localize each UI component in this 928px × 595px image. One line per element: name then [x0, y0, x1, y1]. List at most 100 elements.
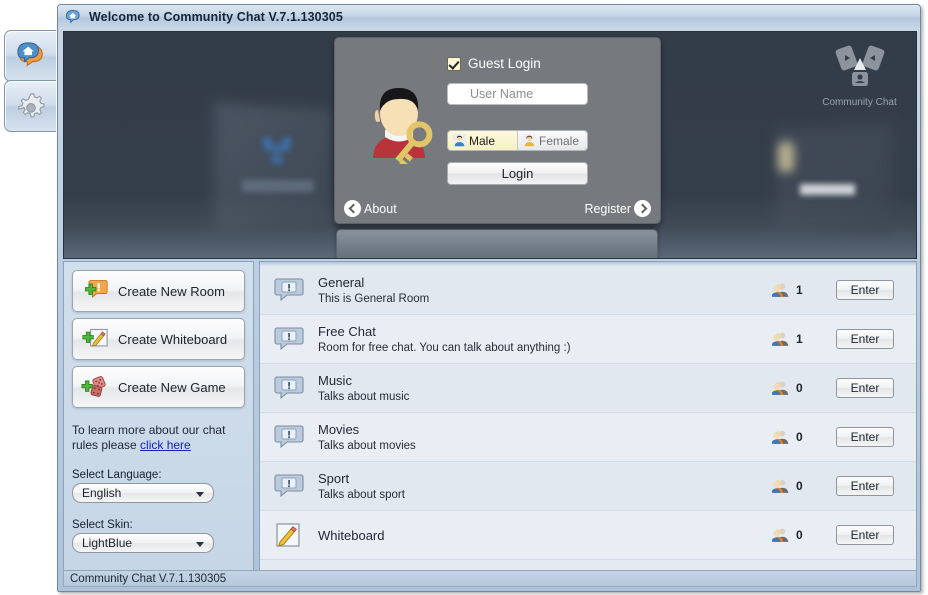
- room-user-count-value: 1: [796, 283, 803, 297]
- room-list-item[interactable]: SportTalks about sport 0 Enter: [260, 462, 916, 511]
- room-user-count: 1: [772, 331, 836, 347]
- room-name: Music: [318, 372, 772, 389]
- skin-select-group: Select Skin: LightBlue: [72, 519, 245, 553]
- enter-room-button[interactable]: Enter: [836, 427, 894, 447]
- guest-login-label: Guest Login: [468, 56, 541, 71]
- left-tabstrip: [4, 30, 58, 140]
- sidebar-panel: Create New Room Create Whiteboard: [63, 261, 254, 572]
- room-text: Free ChatRoom for free chat. You can tal…: [318, 323, 772, 356]
- register-link-label: Register: [584, 202, 631, 216]
- room-user-count: 0: [772, 380, 836, 396]
- room-text: GeneralThis is General Room: [318, 274, 772, 307]
- create-whiteboard-button[interactable]: Create Whiteboard: [72, 318, 245, 360]
- hero-banner: Community Chat Guest Login: [63, 31, 917, 259]
- community-chat-logo-icon: [834, 43, 886, 89]
- main-window: Welcome to Community Chat V.7.1.130305: [57, 4, 921, 592]
- skin-select-label: Select Skin:: [72, 519, 245, 531]
- room-text: SportTalks about sport: [318, 470, 772, 503]
- username-input[interactable]: [447, 83, 588, 105]
- room-list-item[interactable]: MoviesTalks about movies 0 Enter: [260, 413, 916, 462]
- community-chat-logo: Community Chat: [812, 43, 907, 108]
- community-chat-logo-label: Community Chat: [812, 97, 907, 108]
- room-user-count: 0: [772, 527, 836, 543]
- carousel-left-logo-icon: [260, 132, 294, 166]
- enter-room-button[interactable]: Enter: [836, 329, 894, 349]
- login-button[interactable]: Login: [447, 162, 588, 185]
- secondary-panel: [336, 229, 658, 259]
- room-description: Talks about sport: [318, 487, 772, 503]
- room-description: Room for free chat. You can talk about a…: [318, 340, 772, 356]
- guest-login-row[interactable]: Guest Login: [447, 56, 541, 71]
- sidebar-tab-home[interactable]: [4, 30, 56, 82]
- carousel-slide-right: [776, 124, 892, 234]
- gender-male-label: Male: [469, 134, 495, 148]
- create-new-room-button[interactable]: Create New Room: [72, 270, 245, 312]
- skin-select[interactable]: LightBlue: [72, 533, 214, 553]
- chevron-left-icon: [344, 200, 361, 217]
- status-bar-text: Community Chat V.7.1.130305: [70, 573, 226, 585]
- new-room-icon: [81, 278, 109, 304]
- room-user-count: 1: [772, 282, 836, 298]
- room-list: GeneralThis is General Room 1 Enter Free …: [260, 266, 916, 560]
- window-titlebar: Welcome to Community Chat V.7.1.130305: [58, 5, 920, 29]
- room-list-item[interactable]: Whiteboard 0 Enter: [260, 511, 916, 560]
- room-list-item[interactable]: Free ChatRoom for free chat. You can tal…: [260, 315, 916, 364]
- enter-room-button[interactable]: Enter: [836, 525, 894, 545]
- login-card: Guest Login Male: [334, 37, 661, 224]
- enter-room-button[interactable]: Enter: [836, 476, 894, 496]
- chat-rules-line2: rules please: [72, 438, 140, 452]
- home-chat-icon: [16, 41, 46, 71]
- chat-rules-link[interactable]: click here: [140, 438, 191, 452]
- create-whiteboard-label: Create Whiteboard: [118, 332, 227, 347]
- gender-female-label: Female: [539, 134, 579, 148]
- users-count-icon: [772, 331, 791, 347]
- about-link-label: About: [364, 202, 397, 216]
- chat-rules-line1: To learn more about our chat: [72, 423, 225, 437]
- room-name: Movies: [318, 421, 772, 438]
- lower-content: Create New Room Create Whiteboard: [63, 261, 917, 572]
- room-list-item[interactable]: MusicTalks about music 0Enter: [260, 364, 916, 413]
- enter-room-button[interactable]: Enter: [836, 378, 894, 398]
- users-count-icon: [772, 527, 791, 543]
- chat-room-icon: [274, 374, 304, 402]
- room-name: Free Chat: [318, 323, 772, 340]
- whiteboard-icon: [274, 521, 304, 549]
- enter-room-button[interactable]: Enter: [836, 280, 894, 300]
- about-link[interactable]: About: [344, 200, 397, 217]
- room-user-count-value: 0: [796, 528, 803, 542]
- room-user-count-value: 0: [796, 479, 803, 493]
- room-name: General: [318, 274, 772, 291]
- room-user-count-value: 1: [796, 332, 803, 346]
- login-card-footer: About Register: [335, 200, 660, 217]
- chevron-right-icon: [634, 200, 651, 217]
- gender-female-button[interactable]: Female: [517, 131, 587, 150]
- room-name: Whiteboard: [318, 527, 772, 544]
- gender-toggle[interactable]: Male Female: [447, 130, 588, 151]
- room-list-panel: GeneralThis is General Room 1 Enter Free …: [259, 261, 917, 572]
- male-avatar-icon: [453, 134, 466, 147]
- chevron-down-icon: [196, 492, 204, 497]
- new-whiteboard-icon: [81, 326, 109, 352]
- register-link[interactable]: Register: [584, 200, 651, 217]
- user-key-avatar-icon: [363, 80, 435, 164]
- sidebar-tab-settings[interactable]: [4, 80, 56, 132]
- create-new-game-button[interactable]: Create New Game: [72, 366, 245, 408]
- room-list-item[interactable]: GeneralThis is General Room 1 Enter: [260, 266, 916, 315]
- carousel-left-caption: [242, 180, 314, 192]
- guest-login-checkbox[interactable]: [447, 57, 461, 71]
- room-user-count-value: 0: [796, 430, 803, 444]
- female-avatar-icon: [523, 134, 536, 147]
- room-name: Sport: [318, 470, 772, 487]
- gear-icon: [16, 91, 46, 121]
- home-chat-icon: [65, 9, 82, 26]
- window-title: Welcome to Community Chat V.7.1.130305: [89, 10, 343, 24]
- users-count-icon: [772, 282, 791, 298]
- gender-male-button[interactable]: Male: [448, 131, 517, 150]
- room-user-count: 0: [772, 429, 836, 445]
- language-select[interactable]: English: [72, 483, 214, 503]
- chat-room-icon: [274, 472, 304, 500]
- language-select-label: Select Language:: [72, 469, 245, 481]
- chat-rules-text: To learn more about our chat rules pleas…: [72, 423, 245, 453]
- room-description: Talks about movies: [318, 438, 772, 454]
- chat-room-icon: [274, 325, 304, 353]
